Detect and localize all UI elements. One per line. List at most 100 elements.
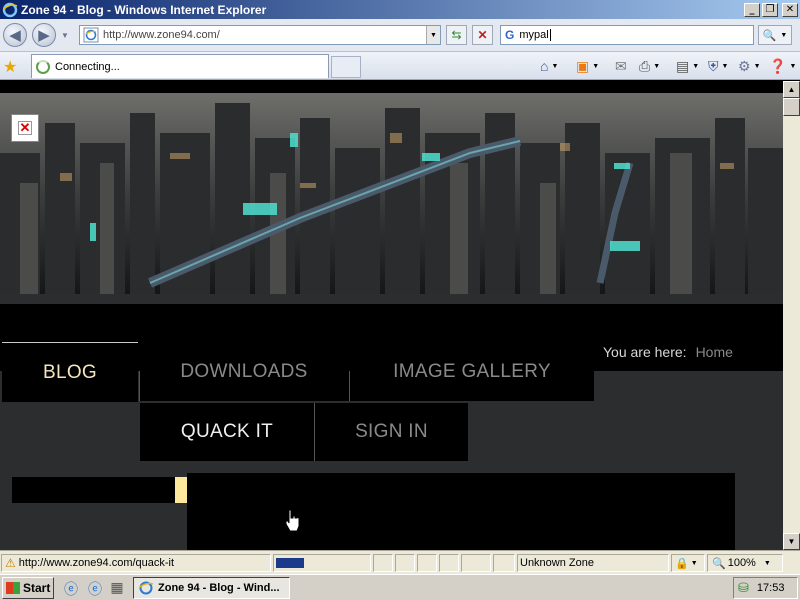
banner-divider [0, 294, 783, 304]
windows-logo-icon [6, 582, 20, 594]
page-ie-icon [83, 27, 99, 43]
lock-icon: 🔒 [675, 557, 689, 570]
print-button[interactable]: ⎙ ▼ [639, 57, 660, 75]
maximize-button[interactable]: ❐ [762, 2, 778, 17]
nav-sign-in-label: SIGN IN [355, 421, 428, 442]
refresh-button[interactable]: ⇆ [446, 25, 467, 45]
start-label: Start [23, 581, 51, 595]
window-title: Zone 94 - Blog - Windows Internet Explor… [21, 2, 267, 17]
printer-icon: ⎙ [639, 57, 651, 74]
start-button[interactable]: Start [2, 577, 54, 599]
nav-downloads-label: DOWNLOADS [180, 361, 308, 382]
address-dropdown-button[interactable]: ▼ [426, 26, 440, 44]
search-button[interactable]: 🔍 ▼ [758, 25, 792, 45]
google-icon: G [505, 28, 515, 42]
address-bar[interactable]: http://www.zone94.com/ ▼ [79, 25, 441, 45]
security-zone-text: Unknown Zone [520, 557, 594, 569]
status-link-text: http://www.zone94.com/quack-it [18, 557, 175, 569]
sidebar-box [12, 477, 176, 503]
progress-pane [273, 554, 371, 572]
breadcrumb: You are here: Home [603, 344, 733, 360]
home-icon: ⌂ [540, 58, 549, 74]
taskbar-item-label: Zone 94 - Blog - Wind... [158, 582, 280, 594]
recent-pages-dropdown[interactable]: ▼ [61, 31, 69, 40]
magnifier-icon: 🔍 [762, 29, 777, 42]
nav-image-gallery-label: IMAGE GALLERY [393, 361, 551, 382]
refresh-icon: ⇆ [451, 28, 462, 42]
quicklaunch-browser-icon[interactable]: ⓔ [86, 579, 104, 597]
feeds-button[interactable]: ▣ ▼ [576, 57, 599, 75]
scroll-up-button[interactable]: ▲ [783, 81, 800, 98]
forward-arrow-icon: ▶ [38, 27, 50, 44]
stop-icon: ✕ [477, 28, 488, 42]
status-pane [395, 554, 415, 572]
nav-image-gallery[interactable]: IMAGE GALLERY [350, 343, 594, 401]
gear-icon: ⚙ [738, 57, 751, 74]
address-toolbar: ◀ ▶ ▼ http://www.zone94.com/ ▼ ⇆ ✕ G myp… [0, 19, 800, 52]
page-viewport: ✕ You are here: Home BLOG DOWNLOADS IMAGE… [0, 81, 783, 550]
protected-mode-button[interactable]: 🔒 ▼ [671, 554, 705, 572]
breadcrumb-label: You are here: [603, 344, 687, 360]
scroll-thumb[interactable] [783, 98, 800, 116]
clock: 17:53 [756, 582, 785, 594]
zoom-icon: 🔍 [712, 557, 726, 570]
nav-downloads[interactable]: DOWNLOADS [139, 343, 349, 401]
taskbar-ie-window[interactable]: Zone 94 - Blog - Wind... [133, 577, 290, 599]
tab-current[interactable]: Connecting... [31, 54, 329, 78]
new-tab-button[interactable] [331, 56, 361, 78]
window-titlebar[interactable]: Zone 94 - Blog - Windows Internet Explor… [0, 0, 800, 19]
status-link-pane: ⚠ http://www.zone94.com/quack-it [1, 554, 271, 572]
vertical-scrollbar[interactable]: ▲ ▼ [783, 81, 800, 550]
shield-icon: ⛨ [708, 57, 719, 74]
search-box[interactable]: G mypal [500, 25, 754, 45]
network-icon[interactable]: ⛁ [738, 580, 749, 596]
minimize-button[interactable]: _ [744, 2, 760, 17]
system-tray: ⛁ 17:53 [733, 577, 798, 599]
forward-button[interactable]: ▶ [32, 23, 56, 47]
city-banner-image [0, 93, 783, 294]
text-caret [549, 29, 551, 41]
ie-logo-icon [139, 581, 154, 595]
status-pane [439, 554, 459, 572]
mail-button[interactable]: ✉ [615, 57, 627, 75]
help-button[interactable]: ❓ ▼ [769, 57, 796, 75]
loading-icon [36, 59, 50, 74]
stop-button[interactable]: ✕ [472, 25, 493, 45]
tools-button[interactable]: ⚙ ▼ [738, 57, 761, 75]
page-button[interactable]: ▤ ▼ [676, 57, 699, 75]
nav-quack-it-label: QUACK IT [180, 421, 274, 442]
hand-cursor-icon [285, 509, 300, 532]
address-input[interactable]: http://www.zone94.com/ [103, 29, 426, 41]
taskbar: Start ⓔ ⓔ ▦ Zone 94 - Blog - Wind... ⛁ 1… [0, 574, 800, 600]
star-icon[interactable]: ★ [3, 57, 17, 77]
scroll-down-button[interactable]: ▼ [783, 533, 800, 550]
status-pane [493, 554, 515, 572]
zoom-level: 100% [727, 557, 756, 569]
main-content-box [187, 473, 735, 550]
help-icon: ❓ [769, 57, 787, 74]
nav-blog[interactable]: BLOG [2, 342, 138, 402]
status-pane [461, 554, 491, 572]
tab-toolbar: ★ Connecting... ⌂ ▼ ▣ ▼ ✉ ⎙ ▼ ▤ ▼ ⛨ ▼ ⚙ ▼ ❓ ▼ [0, 52, 800, 80]
nav-sign-in[interactable]: SIGN IN [315, 403, 468, 461]
quicklaunch-ie-icon[interactable]: ⓔ [62, 579, 80, 597]
show-desktop-icon[interactable]: ▦ [108, 579, 126, 597]
breadcrumb-home-link[interactable]: Home [696, 344, 733, 360]
progress-bar [276, 558, 304, 568]
safety-button[interactable]: ⛨ ▼ [708, 57, 728, 75]
status-pane [373, 554, 393, 572]
broken-image-icon: ✕ [11, 114, 39, 142]
page-icon: ▤ [676, 57, 690, 74]
home-button[interactable]: ⌂ ▼ [540, 57, 558, 75]
nav-quack-it[interactable]: QUACK IT [140, 403, 314, 461]
close-button[interactable]: ✕ [782, 2, 798, 17]
warning-icon: ⚠ [5, 556, 16, 570]
zoom-button[interactable]: 🔍 100% ▼ [707, 554, 783, 572]
nav-blog-label: BLOG [43, 361, 97, 383]
status-pane [417, 554, 437, 572]
tab-label: Connecting... [55, 60, 120, 73]
back-button[interactable]: ◀ [3, 23, 27, 47]
mail-icon: ✉ [615, 57, 627, 74]
ie-logo-icon [2, 2, 18, 17]
search-input[interactable]: mypal [519, 29, 548, 41]
